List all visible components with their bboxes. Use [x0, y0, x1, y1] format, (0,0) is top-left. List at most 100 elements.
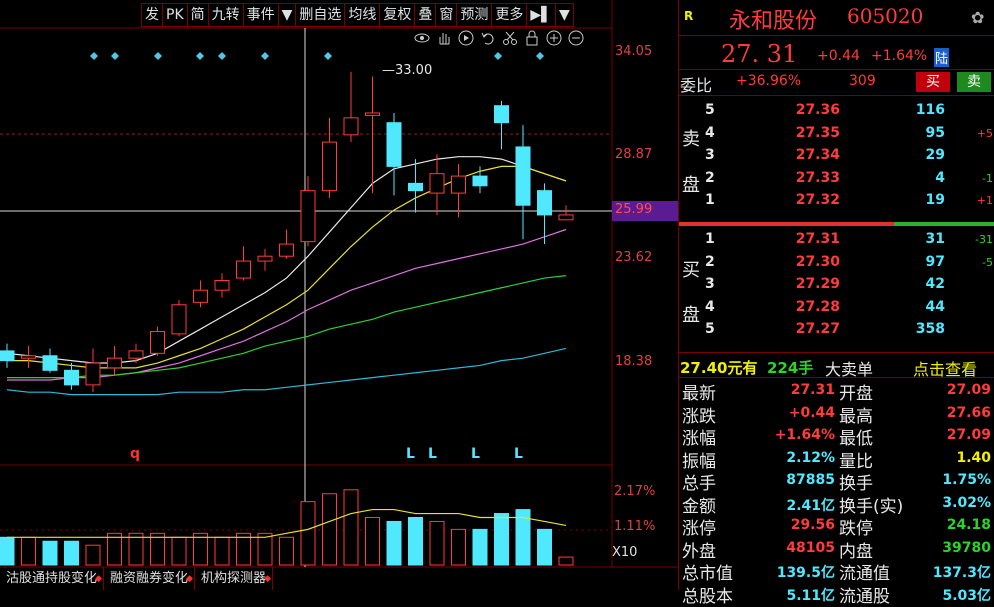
volume-bar [300, 501, 316, 566]
bid-row[interactable]: 5 27.27 358 [679, 319, 994, 341]
kline-chart[interactable] [0, 0, 678, 590]
stat-value: 27.31 [790, 382, 835, 398]
event-diamond-icon [324, 52, 332, 60]
bid-row[interactable]: 2 27.30 97 -5 [679, 252, 994, 274]
stat-row: 总股本 5.11亿 流通股 5.03亿 [679, 582, 994, 607]
stat-value: 139.5亿 [776, 565, 835, 581]
scissors-icon[interactable] [502, 30, 518, 46]
event-diamond-icon [196, 52, 204, 60]
stat-row: 振幅 2.12% 量比 1.40 [679, 447, 994, 472]
stat-value: 137.3亿 [932, 565, 991, 581]
board-tag: 陆 [934, 48, 950, 67]
bid-row[interactable]: 4 27.28 44 [679, 297, 994, 319]
candle-body [257, 255, 273, 262]
ask-row[interactable]: 3 27.34 29 [679, 145, 994, 167]
bid-volume: 42 [925, 276, 945, 293]
bid-level: 5 [705, 321, 715, 338]
sell-button[interactable]: 卖 [957, 72, 991, 92]
price-tick-1: 34.05 [615, 44, 653, 59]
tab-label: 沽股通持股变化 [6, 571, 98, 586]
event-diamond-icon [261, 52, 269, 60]
volume-bar [42, 540, 58, 566]
stat-value: 2.41亿 [786, 497, 835, 514]
stat-key: 涨跌 [682, 406, 716, 427]
stat-key: 换手 [839, 474, 873, 494]
event-diamond-icon [154, 52, 162, 60]
ask-row[interactable]: 4 27.35 95 +5 [679, 123, 994, 145]
bid-price: 27.31 [795, 231, 840, 247]
big-order-price: 27.40元有 [680, 359, 758, 377]
stat-value: 27.66 [946, 404, 991, 421]
stat-value: +1.64% [774, 427, 835, 443]
stat-key: 振幅 [682, 451, 716, 472]
candle-body [429, 173, 445, 194]
volume-bar [21, 536, 36, 566]
ask-row[interactable]: 5 27.36 116 [679, 100, 994, 122]
stat-key: 流通股 [839, 586, 890, 607]
price-tick-3: 23.62 [615, 250, 653, 265]
stat-value: 5.03亿 [942, 587, 991, 604]
candle-body [150, 330, 165, 354]
hand-icon[interactable] [436, 30, 452, 46]
stat-key: 最新 [682, 384, 716, 404]
candle-body [386, 122, 402, 167]
bid-price: 27.30 [795, 253, 840, 270]
stat-row: 最新 27.31 开盘 27.09 [679, 379, 994, 404]
volume-tick-2: 1.11% [614, 519, 656, 534]
stat-key: 外盘 [682, 541, 716, 562]
bid-price: 27.28 [795, 298, 840, 315]
bid-volume: 44 [925, 298, 945, 315]
lock-icon[interactable] [524, 30, 540, 46]
volume-bar [537, 528, 552, 566]
bid-level: 4 [705, 298, 715, 315]
ask-volume: 19 [925, 192, 945, 209]
volume-bar [472, 528, 488, 566]
bid-row[interactable]: 1 27.31 31 -31 [679, 229, 994, 251]
volume-bar [193, 532, 208, 566]
ask-price: 27.33 [795, 169, 840, 186]
candle-body [472, 175, 488, 187]
volume-bar [257, 532, 273, 566]
candle-body [365, 112, 380, 116]
volume-bar [107, 532, 122, 566]
volume-bar [343, 489, 359, 566]
gear-icon[interactable]: ✿ [971, 8, 984, 27]
stock-name: 永和股份 [729, 9, 818, 34]
volume-bar [150, 532, 165, 566]
zoom-out-icon[interactable] [568, 30, 584, 46]
volume-bar [408, 517, 423, 566]
ask-row[interactable]: 1 27.32 19 +1 [679, 190, 994, 212]
bid-row[interactable]: 3 27.29 42 [679, 274, 994, 296]
weibi-value: +36.96% [736, 73, 802, 89]
ask-change: -1 [982, 171, 993, 185]
stat-key: 最低 [839, 429, 873, 449]
volume-bar [279, 536, 294, 566]
big-order-qty: 224手 [767, 359, 814, 377]
tab-institution-detector[interactable]: 机构探测器 ◆ [195, 567, 274, 590]
candle-body [343, 117, 359, 136]
bid-price: 27.27 [795, 321, 840, 338]
stat-value: 5.11亿 [786, 587, 835, 604]
ask-row[interactable]: 2 27.33 4 -1 [679, 168, 994, 190]
tab-margin-trading[interactable]: 融资融券变化 ◆ [104, 567, 196, 590]
bid-change: -31 [975, 233, 993, 246]
bid-volume: 31 [925, 231, 945, 247]
stat-key: 内盘 [839, 541, 873, 562]
event-diamond-icon [494, 52, 502, 60]
candle-body [21, 355, 36, 359]
volume-bar [64, 540, 79, 566]
candle-body [214, 279, 230, 291]
volume-unit: X10 [612, 545, 638, 560]
zoom-in-icon[interactable] [546, 30, 562, 46]
candle-body [408, 182, 423, 192]
candle-body [322, 141, 337, 192]
stat-value: 3.02% [942, 494, 991, 511]
stat-key: 量比 [839, 451, 873, 472]
buy-button[interactable]: 买 [916, 72, 950, 92]
stat-key: 最高 [839, 406, 873, 427]
undo-icon[interactable] [480, 30, 496, 46]
play-icon[interactable] [458, 30, 474, 46]
ma-line-yellow [7, 165, 567, 369]
tab-hk-holding[interactable]: 沽股通持股变化 ◆ [0, 567, 105, 590]
eye-icon[interactable] [414, 30, 430, 46]
